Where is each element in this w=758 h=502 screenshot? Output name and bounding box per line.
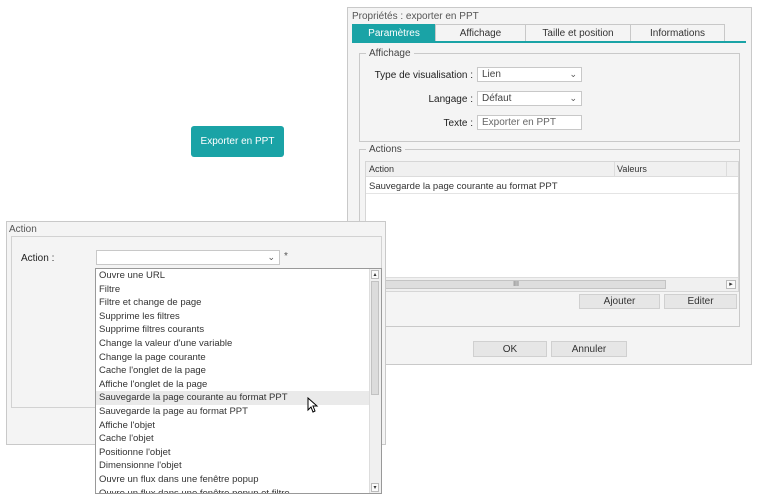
list-item[interactable]: Positionne l'objet [96, 446, 370, 460]
list-item[interactable]: Sauvegarde la page courante au format PP… [96, 391, 370, 405]
list-item[interactable]: Supprime les filtres [96, 310, 370, 324]
list-item[interactable]: Change la page courante [96, 351, 370, 365]
scroll-up-arrow-icon[interactable]: ▴ [371, 270, 379, 279]
langage-select[interactable]: Défaut ⌄ [477, 91, 582, 106]
dialog-title: Propriétés : exporter en PPT [352, 11, 479, 22]
actions-legend: Actions [369, 144, 402, 155]
col-action-header: Action [369, 164, 395, 174]
tab-bar: Paramètres Affichage Taille et position … [352, 24, 725, 42]
chevron-down-icon: ⌄ [569, 69, 577, 79]
tab-taille-position[interactable]: Taille et position [525, 24, 631, 42]
annuler-button[interactable]: Annuler [551, 341, 627, 357]
properties-dialog: Propriétés : exporter en PPT Paramètres … [347, 7, 752, 365]
chevron-down-icon: ⌄ [267, 252, 275, 262]
list-item[interactable]: Affiche l'objet [96, 419, 370, 433]
action-label: Action : [21, 253, 55, 264]
action-select[interactable]: ⌄ [96, 250, 280, 265]
texte-label: Texte : [443, 118, 473, 129]
type-visualisation-value: Lien [482, 69, 501, 80]
list-item[interactable]: Ouvre un flux dans une fenêtre popup et … [96, 487, 370, 494]
vertical-scrollbar[interactable]: ▴ ▾ [369, 269, 381, 493]
action-dialog-title: Action [9, 224, 37, 235]
tab-affichage[interactable]: Affichage [435, 24, 526, 42]
chevron-down-icon: ⌄ [569, 93, 577, 103]
col-divider [614, 162, 615, 177]
texte-input[interactable]: Exporter en PPT [477, 115, 582, 130]
horizontal-scrollbar[interactable]: III ▸ [366, 277, 738, 291]
list-item[interactable]: Filtre [96, 283, 370, 297]
actions-table: Action Valeurs Sauvegarde la page couran… [365, 161, 739, 292]
list-item[interactable]: Sauvegarde la page au format PPT [96, 405, 370, 419]
type-visualisation-label: Type de visualisation : [374, 70, 473, 81]
list-item[interactable]: Ouvre une URL [96, 269, 370, 283]
langage-value: Défaut [482, 93, 512, 104]
list-item[interactable]: Cache l'objet [96, 432, 370, 446]
tab-informations[interactable]: Informations [630, 24, 725, 42]
scroll-right-arrow-icon[interactable]: ▸ [726, 280, 736, 289]
scroll-thumb[interactable]: III [366, 280, 666, 289]
export-ppt-button[interactable]: Exporter en PPT [191, 126, 284, 157]
action-options-list[interactable]: Ouvre une URL Filtre Filtre et change de p… [95, 268, 382, 494]
scroll-down-arrow-icon[interactable]: ▾ [371, 483, 379, 492]
type-visualisation-select[interactable]: Lien ⌄ [477, 67, 582, 82]
col-valeurs-header: Valeurs [617, 164, 647, 174]
editer-button[interactable]: Editer [664, 294, 737, 309]
list-item[interactable]: Change la valeur d'une variable [96, 337, 370, 351]
tab-parametres[interactable]: Paramètres [352, 24, 436, 42]
list-item[interactable]: Dimensionne l'objet [96, 459, 370, 473]
row-action-cell: Sauvegarde la page courante au format PP… [369, 181, 558, 192]
langage-label: Langage : [428, 94, 474, 105]
affichage-legend: Affichage [369, 48, 411, 59]
list-item[interactable]: Ouvre un flux dans une fenêtre popup [96, 473, 370, 487]
mouse-cursor-icon [307, 397, 319, 413]
table-row[interactable]: Sauvegarde la page courante au format PP… [366, 179, 738, 194]
scroll-thumb[interactable] [371, 281, 379, 395]
table-header: Action Valeurs [366, 162, 738, 177]
list-item[interactable]: Filtre et change de page [96, 296, 370, 310]
ok-button[interactable]: OK [473, 341, 547, 357]
required-mark: * [284, 251, 288, 262]
col-divider [726, 162, 727, 177]
ajouter-button[interactable]: Ajouter [579, 294, 660, 309]
list-item[interactable]: Affiche l'onglet de la page [96, 378, 370, 392]
list-item[interactable]: Cache l'onglet de la page [96, 364, 370, 378]
options-container: Ouvre une URL Filtre Filtre et change de p… [96, 269, 370, 494]
tab-underline [352, 41, 746, 43]
list-item[interactable]: Supprime filtres courants [96, 323, 370, 337]
